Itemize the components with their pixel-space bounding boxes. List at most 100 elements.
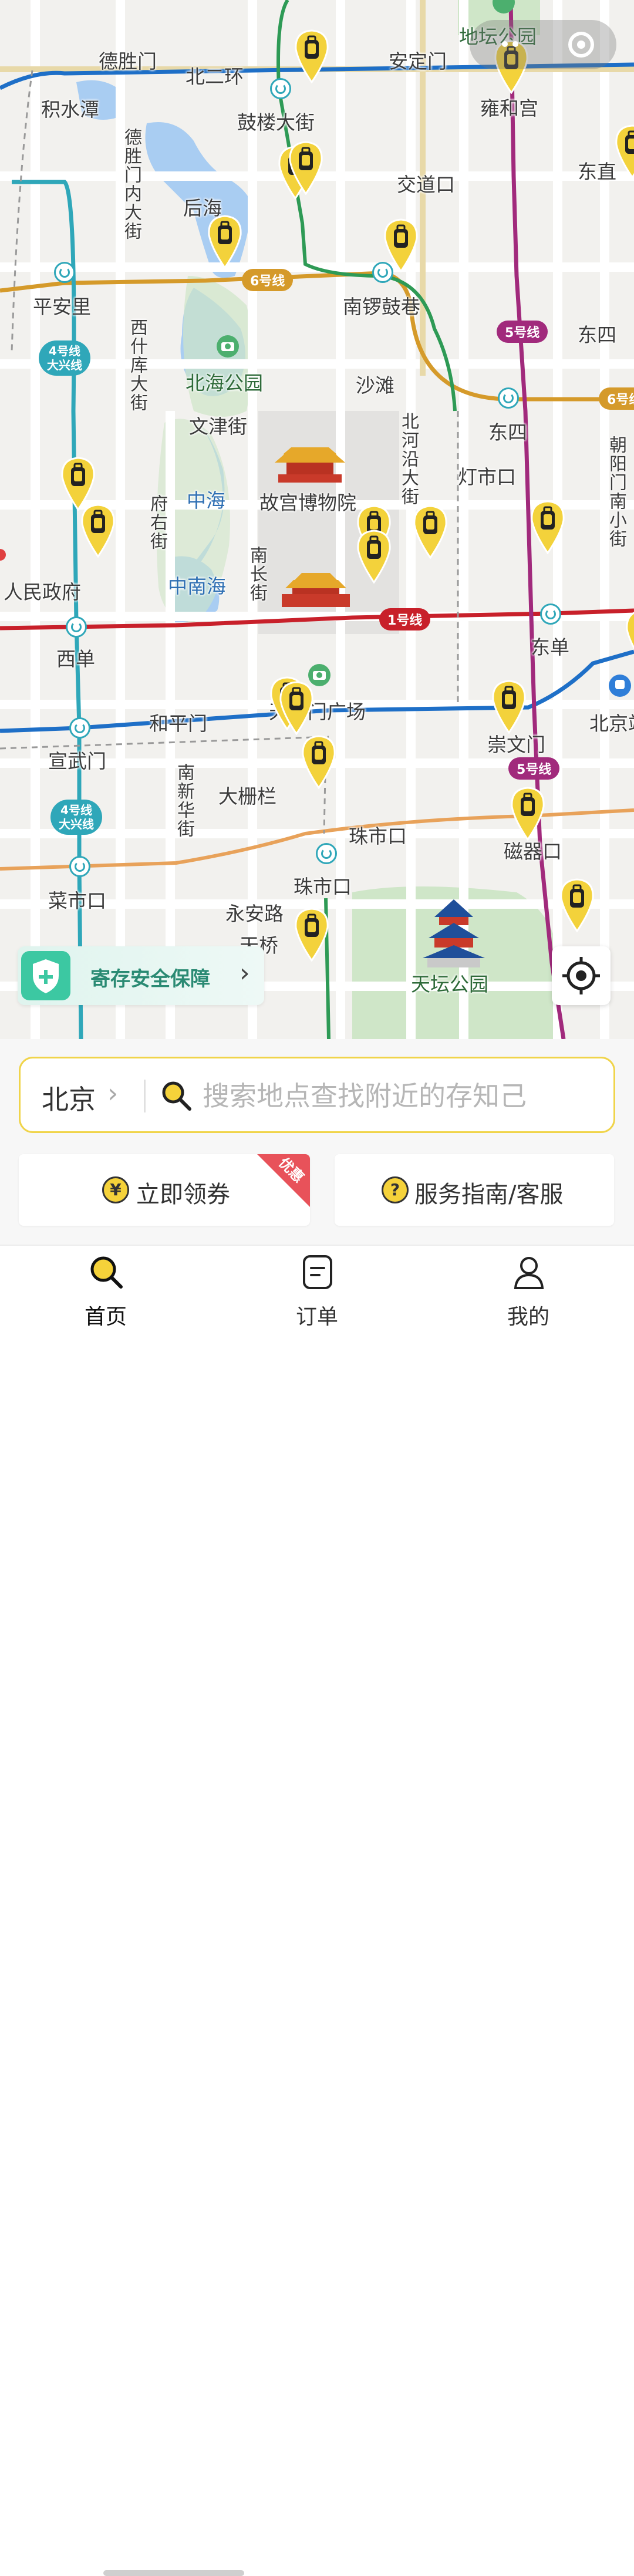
luggage-pin[interactable] (508, 785, 547, 841)
station-xidan[interactable] (66, 616, 87, 638)
search-input[interactable] (201, 1076, 603, 1116)
luggage-pin[interactable] (205, 214, 244, 269)
label-dengshikou: 灯市口 (458, 466, 516, 488)
tiananmen-icon[interactable] (279, 571, 352, 608)
luggage-pin[interactable] (382, 217, 420, 272)
luggage-pin[interactable] (490, 679, 528, 734)
label-zhongnanhai: 中南海 (168, 575, 226, 598)
divider (144, 1080, 146, 1112)
label-zhushikou-station: 珠市口 (294, 875, 352, 898)
label-gulou-dajie: 鼓楼大街 (237, 111, 315, 134)
station-pinganli[interactable] (54, 262, 75, 283)
label-jishuitan: 积水潭 (41, 98, 99, 121)
service-guide-button[interactable]: ? 服务指南/客服 (335, 1154, 614, 1226)
yen-icon: ¥ (102, 1176, 129, 1203)
line6-badge: 6号线 (242, 269, 294, 291)
home-indicator (103, 2570, 244, 2576)
safety-banner[interactable]: 寄存安全保障 › (18, 946, 264, 1005)
coupon-label: 立即领券 (136, 1181, 230, 1208)
more-icon[interactable] (500, 34, 520, 54)
city-selector[interactable]: 北京 (42, 1078, 96, 1117)
station-caishikou[interactable] (69, 856, 90, 877)
label-fuyou-jie: 府右街 (147, 494, 167, 551)
search-bar[interactable]: 北京 › (19, 1057, 615, 1133)
coupon-button[interactable]: ¥ 立即领券 优惠 (19, 1154, 310, 1226)
temple-of-heaven-icon[interactable] (421, 899, 486, 970)
dashed-line-3 (11, 70, 33, 353)
locate-button[interactable] (552, 946, 611, 1005)
label-dongsi-top: 东四 (578, 323, 616, 346)
tab-profile[interactable]: 我的 (470, 1246, 587, 1333)
label-zhonghai: 中海 (187, 489, 225, 512)
user-icon (514, 1257, 544, 1289)
label-north-2nd-ring: 北二环 (186, 65, 244, 88)
line5-badge: 5号线 (497, 321, 548, 343)
luggage-pin[interactable] (299, 734, 338, 789)
label-nanluoguxiang: 南锣鼓巷 (343, 295, 420, 318)
station-dongdan[interactable] (540, 603, 561, 625)
label-yongan-lu: 永安路 (225, 902, 284, 925)
label-yonghegong: 雍和宫 (480, 97, 538, 120)
luggage-pin[interactable] (292, 906, 331, 962)
luggage-pin[interactable] (623, 608, 634, 663)
railway-station-icon (609, 675, 631, 697)
label-jiaodaokou: 交道口 (397, 173, 455, 196)
station-dongsi[interactable] (498, 387, 519, 409)
luggage-pin[interactable] (79, 503, 117, 558)
label-dongzhi: 东直 (578, 160, 616, 183)
line4-badge: 4号线 大兴线 (39, 340, 90, 376)
label-palace-museum: 故宫博物院 (259, 491, 356, 514)
map-view[interactable]: 6号线 5号线 4号线 大兴线 1号线 6号线 5号线 4号线 大兴线 德胜门 … (0, 0, 634, 1039)
search-icon (90, 1256, 123, 1289)
label-nanxinhua-jie: 南新华街 (174, 763, 194, 838)
tab-orders[interactable]: 订单 (258, 1246, 376, 1333)
tab-bar: 首页 订单 我的 (0, 1245, 634, 2576)
label-beiheyan-dajie: 北河沿大街 (398, 412, 419, 506)
label-shatan: 沙滩 (356, 374, 394, 397)
luggage-pin[interactable] (613, 123, 634, 178)
label-deshengmen: 德胜门 (99, 50, 157, 73)
station-zhushikou[interactable] (316, 843, 337, 864)
label-xishiku-dajie: 西什库大街 (127, 318, 147, 412)
label-wenjin-jie: 文津街 (189, 415, 247, 438)
crosshair-icon (562, 957, 600, 994)
label-hepingmen: 和平门 (149, 712, 207, 735)
bottom-panel: 北京 › ¥ 立即领券 优惠 ? 服务指南/客服 (0, 1039, 634, 1245)
luggage-pin[interactable] (292, 28, 331, 83)
chevron-right-icon: › (240, 958, 250, 988)
luggage-pin[interactable] (528, 499, 567, 554)
tab-home-label: 首页 (84, 1305, 127, 1329)
line1-badge: 1号线 (379, 608, 431, 630)
palace-icon[interactable] (275, 445, 345, 486)
luggage-pin[interactable] (558, 877, 596, 932)
line5-badge-lower: 5号线 (508, 757, 560, 780)
camera-icon (217, 335, 239, 358)
search-icon (162, 1081, 191, 1111)
label-beihai-park: 北海公园 (186, 372, 263, 395)
line6-badge-right: 6号线 (599, 387, 634, 410)
luggage-pin[interactable] (355, 528, 393, 584)
luggage-pin[interactable] (286, 140, 325, 195)
station-gulou[interactable] (270, 78, 291, 99)
government-marker-icon (0, 549, 6, 561)
label-temple-of-heaven: 天坛公园 (411, 973, 488, 996)
record-icon[interactable] (568, 32, 594, 58)
label-dashilan: 大栅栏 (218, 785, 276, 808)
station-xuanwumen[interactable] (69, 717, 90, 739)
label-caishikou: 菜市口 (48, 889, 106, 912)
label-zhushikou-road: 珠市口 (349, 825, 407, 848)
label-xuanwumen: 宣武门 (48, 750, 106, 773)
chevron-right-icon[interactable]: › (107, 1077, 118, 1109)
luggage-pin[interactable] (411, 504, 450, 559)
label-andingmen: 安定门 (389, 50, 447, 73)
tab-orders-label: 订单 (295, 1305, 338, 1329)
luggage-pin[interactable] (277, 680, 316, 735)
tab-home[interactable]: 首页 (47, 1246, 164, 1333)
map-top-toggle[interactable] (470, 20, 616, 69)
label-dongsi-station: 东四 (488, 421, 527, 444)
tab-profile-label: 我的 (507, 1305, 549, 1329)
camera-icon-3 (493, 0, 515, 14)
label-deshengmen-neidajie: 德胜门内大街 (121, 128, 141, 241)
shield-icon (21, 951, 70, 1000)
label-dongdan: 东单 (531, 636, 569, 659)
